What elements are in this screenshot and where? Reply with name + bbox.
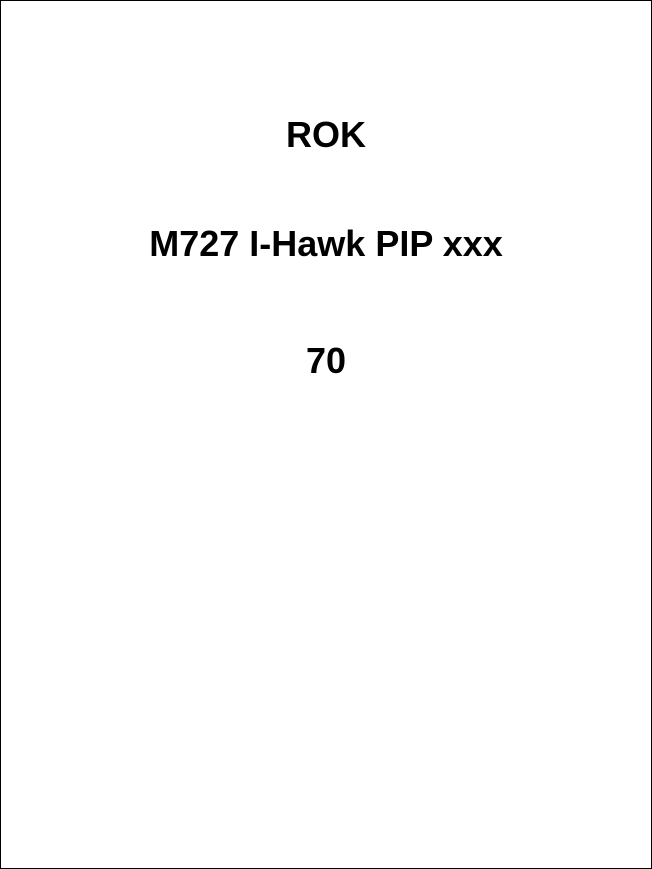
- quantity-value: 70: [305, 340, 347, 381]
- document-page: ROK M727 I-Hawk PIP xxx 70: [0, 0, 652, 869]
- country-code: ROK: [286, 114, 366, 155]
- system-designation: M727 I-Hawk PIP xxx: [149, 223, 503, 264]
